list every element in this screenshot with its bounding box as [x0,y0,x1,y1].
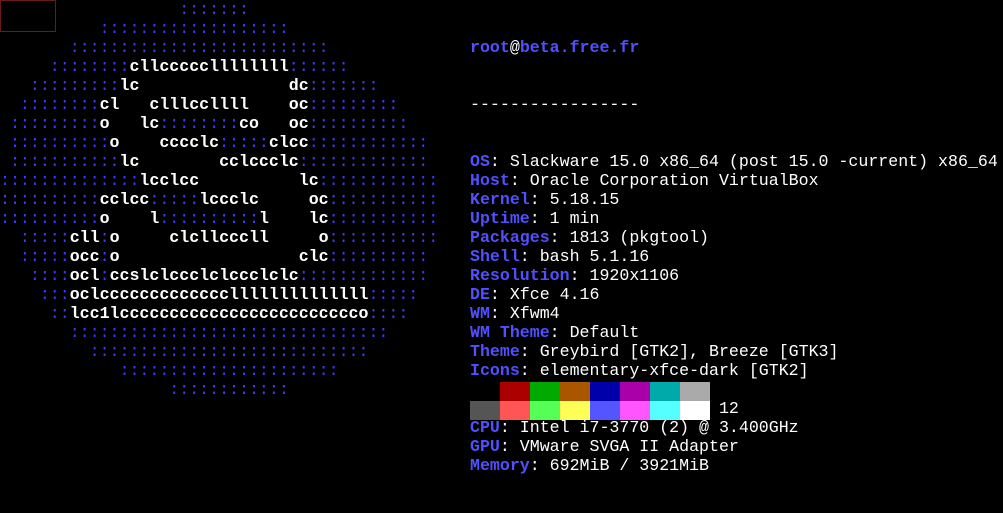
info-value: 1 min [549,209,600,228]
info-row-de: DE: Xfce 4.16 [470,285,600,304]
logo-line: :::::::::lc dc::::::: [0,76,379,95]
distro-ascii-logo: ::::::: ::::::::::::::::::: ::::::::::::… [0,0,438,399]
palette-swatch-normal-0 [470,382,500,401]
logo-line: :::::cll:o clcllcccll o::::::::::: [0,228,439,247]
palette-swatch-normal-3 [560,382,590,401]
palette-swatch-bright-5 [620,401,650,420]
info-key: Uptime [470,209,530,228]
info-value: Oracle Corporation VirtualBox [529,171,819,190]
info-value: Xfwm4 [509,304,560,323]
info-key: WM [470,304,490,323]
info-row-theme: Theme: Greybird [GTK2], Breeze [GTK3] [470,342,839,361]
logo-line: :::::::::o lc::::::::co oc:::::::::: [0,114,409,133]
palette-swatch-bright-4 [590,401,620,420]
at-sign: @ [509,38,520,57]
info-key: CPU [470,418,500,437]
info-list: OS: Slackware 15.0 x86_64 (post 15.0 -cu… [470,152,998,475]
palette-swatch-normal-2 [530,382,560,401]
info-key: Packages [470,228,550,247]
palette-swatch-bright-1 [500,401,530,420]
logo-line: ::::ocl:ccslclccclclccclclc::::::::::::: [0,266,429,285]
palette-swatch-normal-7 [680,382,710,401]
info-value: Intel i7-3770 (2) @ 3.400GHz [519,418,799,437]
logo-line: :::::::::::::::::::::: [0,361,339,380]
logo-line: :::oclcccccccccccccllllllllllllll::::: [0,285,419,304]
info-row-shell: Shell: bash 5.1.16 [470,247,650,266]
logo-line: ::::::::cl clllccllll oc::::::::: [0,95,399,114]
info-row-kernel: Kernel: 5.18.15 [470,190,620,209]
palette-swatch-normal-1 [500,382,530,401]
terminal-window[interactable]: ::::::: ::::::::::::::::::: ::::::::::::… [0,0,1003,475]
logo-line: :::::::::::::::::::::::::::: [0,342,369,361]
logo-line: ::lcc1lcccccccccccccccccccccccco:::: [0,304,409,323]
info-value: 1920x1106 [589,266,680,285]
logo-line: ::::::::::::::lcclcc lc:::::::::::: [0,171,439,190]
info-row-packages: Packages: 1813 (pkgtool) [470,228,710,247]
info-row-gpu: GPU: VMware SVGA II Adapter [470,437,739,456]
palette-row-normal [470,382,710,401]
logo-line: ::::::::::o cccclc:::::clcc:::::::::::: [0,133,429,152]
info-value: Xfce 4.16 [509,285,600,304]
info-value: bash 5.1.16 [539,247,650,266]
info-value: 1813 (pkgtool) [569,228,710,247]
palette-swatch-normal-6 [650,382,680,401]
info-key: Kernel [470,190,530,209]
info-value: 692MiB / 3921MiB [549,456,709,475]
info-value: Greybird [GTK2], Breeze [GTK3] [539,342,839,361]
info-key: Shell [470,247,520,266]
info-key: OS [470,152,490,171]
info-key: DE [470,285,490,304]
logo-line: :::::occ:o clc:::::::::: [0,247,429,266]
palette-swatch-bright-3 [560,401,590,420]
info-row-uptime: Uptime: 1 min [470,209,600,228]
header-separator: ----------------- [470,95,640,114]
logo-line: ::::::::::cclcc:::::lccclc oc::::::::::: [0,190,439,209]
info-row-host: Host: Oracle Corporation VirtualBox [470,171,819,190]
info-row-wm: WM: Xfwm4 [470,304,560,323]
info-key: GPU [470,437,500,456]
info-row-resolution: Resolution: 1920x1106 [470,266,680,285]
info-key: Icons [470,361,520,380]
user-host-line: root@beta.free.fr [470,38,998,57]
info-row-wm-theme: WM Theme: Default [470,323,640,342]
logo-line: ::::::::cllcccccllllllll:::::: [0,57,349,76]
info-value: elementary-xfce-dark [GTK2] [539,361,809,380]
info-value: Slackware 15.0 x86_64 (post 15.0 -curren… [509,152,998,171]
info-key: Memory [470,456,530,475]
info-value: VMware SVGA II Adapter [519,437,739,456]
logo-line: :::::::::::lc cclccclc::::::::::::: [0,152,429,171]
palette-swatch-bright-7 [680,401,710,420]
info-row-cpu: CPU: Intel i7-3770 (2) @ 3.400GHz [470,418,799,437]
username: root [470,38,510,57]
info-row-memory: Memory: 692MiB / 3921MiB [470,456,709,475]
palette-swatch-bright-0 [470,401,500,420]
info-value: Default [569,323,640,342]
info-row-os: OS: Slackware 15.0 x86_64 (post 15.0 -cu… [470,152,998,171]
logo-line: :::::::::::::::::::::::::: [0,38,329,57]
info-value: 5.18.15 [549,190,620,209]
info-row-icons: Icons: elementary-xfce-dark [GTK2] [470,361,809,380]
color-palette [470,382,710,420]
logo-line: :::::::::::: [0,380,289,399]
logo-line: :::::::::::::::::::::::::::::::: [0,323,389,342]
palette-swatch-bright-6 [650,401,680,420]
hostname: beta.free.fr [519,38,640,57]
info-key: WM Theme [470,323,550,342]
palette-swatch-normal-4 [590,382,620,401]
palette-row-bright [470,401,710,420]
logo-line: ::::::::::o l::::::::::l lc::::::::::: [0,209,439,228]
logo-line: ::::::: [0,0,249,19]
palette-swatch-bright-2 [530,401,560,420]
info-key: Host [470,171,510,190]
palette-swatch-normal-5 [620,382,650,401]
info-key: Resolution [470,266,570,285]
system-info-panel: root@beta.free.fr ----------------- OS: … [470,0,998,513]
logo-line: ::::::::::::::::::: [0,19,289,38]
info-key: Theme [470,342,520,361]
